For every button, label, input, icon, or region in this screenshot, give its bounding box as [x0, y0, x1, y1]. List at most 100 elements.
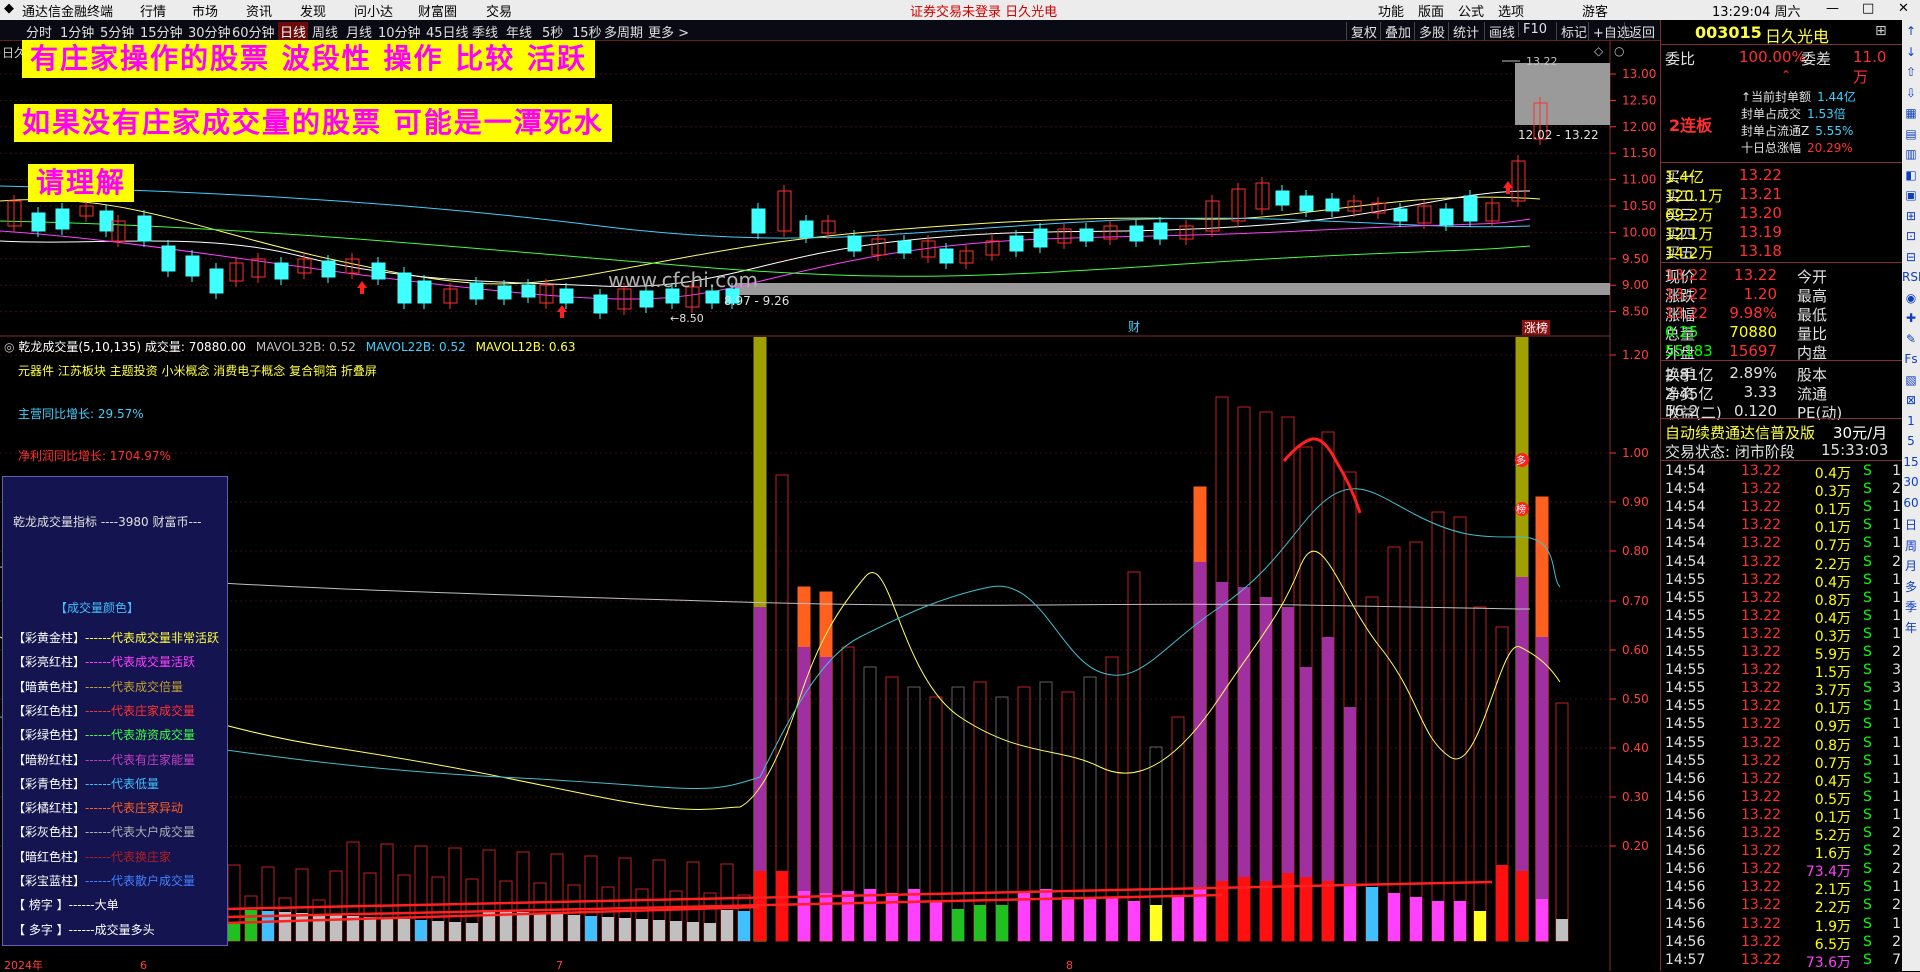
vtool-button[interactable]: ▧ — [1902, 373, 1920, 387]
toolbar-right-6[interactable]: 标记 — [1556, 22, 1587, 41]
vtool-button[interactable]: ↓ — [1902, 45, 1920, 59]
tick-cell: 6.5万 — [1814, 936, 1851, 953]
vtool-button[interactable]: ◧ — [1902, 168, 1920, 182]
vtool-button[interactable]: ⊟ — [1902, 250, 1920, 264]
vtool-button[interactable]: 60 — [1902, 496, 1920, 510]
period-tab-13[interactable]: 5秒 — [542, 22, 563, 41]
legend-subtitle: 【成交量颜色】 — [55, 601, 140, 615]
menu-zixun[interactable]: 资讯 — [246, 1, 272, 20]
promo-price[interactable]: 30元/月 — [1833, 422, 1887, 443]
period-tab-2[interactable]: 5分钟 — [100, 22, 134, 41]
vtool-button[interactable]: 周 — [1902, 537, 1920, 554]
period-tab-10[interactable]: 45日线 — [426, 22, 469, 41]
period-tab-3[interactable]: 15分钟 — [140, 22, 183, 41]
period-tab-4[interactable]: 30分钟 — [188, 22, 231, 41]
vtool-button[interactable]: 季 — [1902, 598, 1920, 615]
vtool-button[interactable]: 日 — [1902, 516, 1920, 533]
menu-jiaoyi[interactable]: 交易 — [486, 1, 512, 20]
vtool-button[interactable]: ▣ — [1902, 188, 1920, 202]
menu-wenxiaoda[interactable]: 问小达 — [354, 1, 393, 20]
vtool-button[interactable]: ▦ — [1902, 106, 1920, 120]
vtool-button[interactable]: ⊠ — [1902, 393, 1920, 407]
panel-switch-icon[interactable]: ⊞ — [1875, 23, 1887, 39]
toolbar-right-5[interactable]: F10 — [1518, 22, 1547, 37]
period-tab-1[interactable]: 1分钟 — [60, 22, 94, 41]
menu-xuanxiang[interactable]: 选项 — [1498, 1, 1524, 20]
volume-indicator-chart[interactable]: 1.20 1.00 0.90 0.80 0.70 0.60 0.50 0.40 0.30 0.20… — [0, 337, 1660, 971]
vtool-button[interactable]: 15 — [1902, 455, 1920, 469]
period-tab-12[interactable]: 年线 — [506, 22, 532, 41]
vtool-button[interactable]: 年 — [1902, 619, 1920, 636]
tick-cell: 13.22 — [1741, 571, 1782, 588]
period-tab-15[interactable]: 多周期 — [604, 22, 643, 41]
collapse-icon[interactable]: ◎ — [4, 340, 14, 354]
vtool-button[interactable]: 5 — [1902, 434, 1920, 448]
toolbar-right-4[interactable]: 画线 — [1484, 22, 1515, 41]
period-tab-8[interactable]: 月线 — [346, 22, 372, 41]
volume-bar-small — [415, 920, 427, 941]
vtool-button[interactable]: 1 — [1902, 414, 1920, 428]
vtool-button[interactable]: RSI — [1902, 270, 1920, 284]
seal-value: 5.55% — [1815, 124, 1854, 138]
toolbar-right-3[interactable]: 统计 — [1448, 22, 1479, 41]
vtool-button[interactable]: ⇩ — [1902, 86, 1920, 100]
menu-banmian[interactable]: 版面 — [1418, 1, 1444, 20]
toolbar-right-0[interactable]: 复权 — [1346, 22, 1377, 41]
k-range-high: 12.02 - 13.22 — [1518, 128, 1599, 142]
vtool-button[interactable]: ▤ — [1902, 127, 1920, 141]
period-tab-11[interactable]: 季线 — [472, 22, 498, 41]
watermark: www.cfchi.com — [608, 268, 758, 292]
tick-cell: 14:56 — [1665, 770, 1706, 787]
minimize-icon[interactable]: — — [1826, 1, 1839, 16]
period-tab-7[interactable]: 周线 — [312, 22, 338, 41]
volume-bar-small — [585, 916, 597, 941]
candle-body — [417, 280, 432, 304]
toolbar-right-8[interactable]: 返回 — [1624, 22, 1655, 41]
period-tab-0[interactable]: 分时 — [26, 22, 52, 41]
vtool-button[interactable]: ✚ — [1902, 311, 1920, 325]
vtool-button[interactable]: ↑ — [1902, 24, 1920, 38]
quote-panel: 003015 日久光电 ⊞ 委比 100.00% 委差 11.0万 ⌃ 2连板 … — [1660, 20, 1903, 971]
promo-text[interactable]: 自动续费通达信普及版 — [1665, 422, 1815, 443]
close-icon[interactable]: ✕ — [1898, 1, 1909, 16]
vtool-button[interactable]: Fs — [1902, 352, 1920, 366]
seal-value: 1.44亿 — [1817, 90, 1856, 104]
maximize-icon[interactable]: □ — [1862, 1, 1874, 16]
vtool-button[interactable]: ⊡ — [1902, 229, 1920, 243]
toolbar-right-2[interactable]: 多股 — [1414, 22, 1445, 41]
legend-desc: ------代表大户成交量 — [85, 825, 195, 840]
app-logo-icon: ◆ — [4, 1, 14, 16]
period-tab-6[interactable]: 日线 — [278, 22, 309, 41]
menu-shichang[interactable]: 市场 — [192, 1, 218, 20]
vtool-button[interactable]: ✎ — [1902, 332, 1920, 346]
period-tab-5[interactable]: 60分钟 — [232, 22, 275, 41]
tick-cell: 14:56 — [1665, 843, 1706, 860]
toolbar-right-1[interactable]: 叠加 — [1380, 22, 1411, 41]
menu-hangqing[interactable]: 行情 — [140, 1, 166, 20]
menu-caifuquan[interactable]: 财富圈 — [418, 1, 457, 20]
period-tab-16[interactable]: 更多 > — [648, 22, 689, 41]
expand-chevron-icon[interactable]: ⌃ — [1781, 68, 1791, 82]
user-label[interactable]: 游客 — [1582, 1, 1608, 20]
stock-code: 003015 — [1695, 23, 1762, 42]
period-tab-9[interactable]: 10分钟 — [378, 22, 421, 41]
vtool-button[interactable]: 月 — [1902, 557, 1920, 574]
vtool-button[interactable]: ▥ — [1902, 147, 1920, 161]
stat-row: 总量 70880 量比 0.25 — [1665, 323, 1901, 343]
menu-gongneng[interactable]: 功能 — [1378, 1, 1404, 20]
menu-faxian[interactable]: 发现 — [300, 1, 326, 20]
vtool-button[interactable]: ⇧ — [1902, 65, 1920, 79]
volume-bar-small — [1536, 899, 1548, 941]
tick-cell: 1 — [1892, 463, 1901, 479]
tick-cell: 1 — [1892, 571, 1901, 588]
period-tab-14[interactable]: 15秒 — [572, 22, 602, 41]
tick-cell: 1 — [1892, 752, 1901, 769]
vtool-button[interactable]: ⊞ — [1902, 209, 1920, 223]
vtool-button[interactable]: ◉ — [1902, 291, 1920, 305]
vtool-button[interactable]: 多 — [1902, 578, 1920, 595]
vtool-button[interactable]: 30 — [1902, 475, 1920, 489]
menu-gongshi[interactable]: 公式 — [1458, 1, 1484, 20]
k-y-label: 10.50 — [1622, 199, 1656, 213]
cell: 15697 — [1729, 342, 1777, 360]
candlestick-chart[interactable]: 13.00 12.50 12.00 11.50 11.00 10.50 10.00 9.50 9… — [0, 41, 1660, 337]
